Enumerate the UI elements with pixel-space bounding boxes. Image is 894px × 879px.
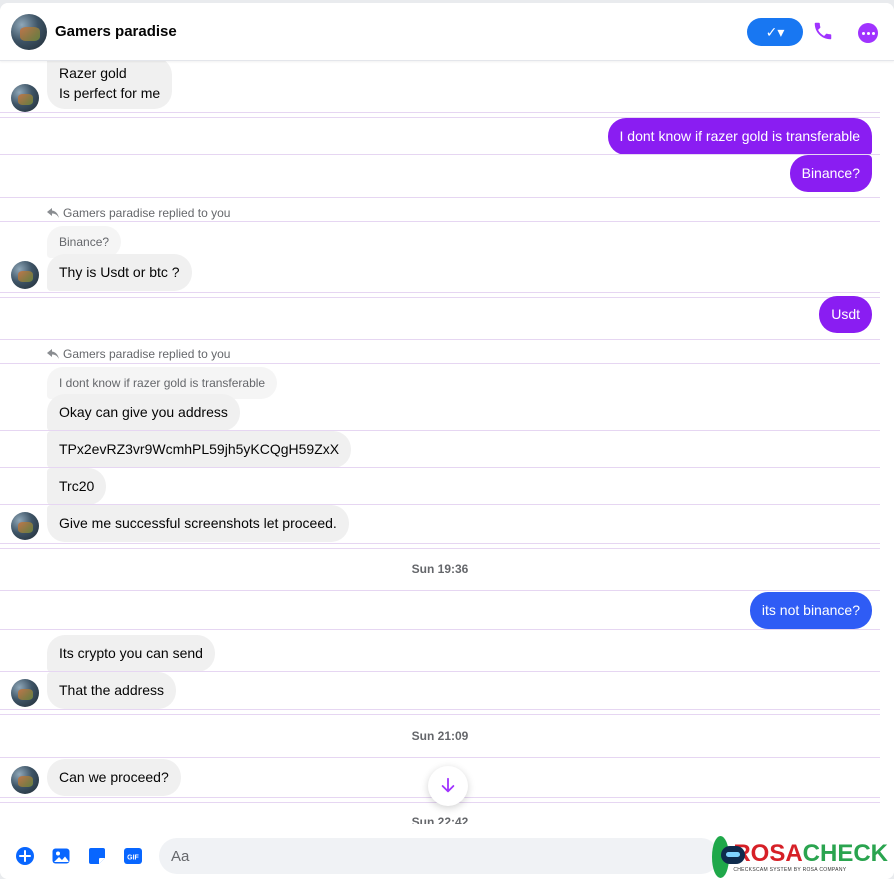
- incoming-message[interactable]: That the address: [47, 672, 177, 709]
- timestamp-separator: Sun 21:09: [411, 729, 469, 743]
- message-divider: [0, 363, 880, 364]
- message-scrollbar[interactable]: ▲ ▼: [880, 61, 894, 824]
- conversation-avatar[interactable]: [11, 14, 47, 50]
- reply-label-text: Gamers paradise replied to you: [63, 347, 231, 361]
- mark-read-button[interactable]: ✓▾: [747, 18, 803, 46]
- watermark-brand-part2: CHECK: [802, 839, 888, 867]
- message-divider: [0, 543, 880, 544]
- message-divider: [0, 297, 880, 298]
- incoming-message[interactable]: Thy is Usdt or btc ?: [47, 254, 192, 291]
- incoming-message[interactable]: Give me successful screenshots let proce…: [47, 505, 349, 542]
- message-divider: [0, 709, 880, 710]
- arrow-down-icon: [441, 777, 455, 793]
- message-divider: [0, 112, 880, 113]
- message-input[interactable]: [159, 838, 719, 874]
- message-divider: [0, 590, 880, 591]
- audio-call-icon[interactable]: [812, 20, 838, 46]
- outgoing-message[interactable]: Usdt: [819, 296, 872, 333]
- message-divider: [0, 197, 880, 198]
- outgoing-message[interactable]: Binance?: [789, 155, 872, 192]
- incoming-message[interactable]: Razer gold Is perfect for me: [47, 61, 173, 109]
- reply-indicator: Gamers paradise replied to you: [47, 206, 230, 220]
- chat-window: Gamers paradise ✓▾ Razer gold Is perfect…: [0, 3, 894, 879]
- watermark-tagline: CHECKSCAM SYSTEM BY ROSA COMPANY: [733, 866, 847, 873]
- message-divider: [0, 548, 880, 549]
- conversation-title[interactable]: Gamers paradise: [55, 23, 177, 40]
- rosacheck-logo-icon: [712, 836, 746, 878]
- plus-circle-icon[interactable]: [15, 846, 35, 866]
- incoming-message[interactable]: Okay can give you address: [47, 394, 240, 431]
- reply-arrow-icon: [47, 349, 59, 359]
- incoming-message[interactable]: Can we proceed?: [47, 759, 181, 796]
- sender-avatar[interactable]: [11, 84, 39, 112]
- message-divider: [0, 629, 880, 630]
- gif-icon[interactable]: GIF: [123, 846, 143, 866]
- incoming-message[interactable]: Its crypto you can send: [47, 635, 215, 672]
- sticker-icon[interactable]: [87, 846, 107, 866]
- reply-indicator: Gamers paradise replied to you: [47, 347, 230, 361]
- incoming-message[interactable]: Trc20: [47, 468, 107, 505]
- sender-avatar[interactable]: [11, 766, 39, 794]
- sender-avatar[interactable]: [11, 679, 39, 707]
- incoming-message[interactable]: TPx2evRZ3vr9WcmhPL59jh5yKCQgH59ZxX: [47, 431, 352, 468]
- outgoing-message[interactable]: its not binance?: [749, 592, 872, 629]
- message-divider: [0, 221, 880, 222]
- message-divider: [0, 292, 880, 293]
- message-divider: [0, 467, 880, 468]
- reply-arrow-icon: [47, 208, 59, 218]
- sender-avatar[interactable]: [11, 512, 39, 540]
- timestamp-separator: Sun 19:36: [411, 562, 469, 576]
- message-divider: [0, 714, 880, 715]
- gif-label: GIF: [127, 855, 139, 862]
- message-divider: [0, 757, 880, 758]
- scroll-to-latest-button[interactable]: [428, 766, 468, 806]
- photo-icon[interactable]: [51, 846, 71, 866]
- message-divider: [0, 154, 880, 155]
- message-line: Is perfect for me: [59, 85, 161, 101]
- message-line: Razer gold: [59, 65, 127, 81]
- reply-label-text: Gamers paradise replied to you: [63, 206, 231, 220]
- timestamp-separator: Sun 22:42: [411, 815, 469, 824]
- rosacheck-watermark: ROSACHECK CHECKSCAM SYSTEM BY ROSA COMPA…: [712, 834, 888, 879]
- sender-avatar[interactable]: [11, 261, 39, 289]
- message-divider: [0, 339, 880, 340]
- chat-header: Gamers paradise ✓▾: [0, 3, 894, 61]
- outgoing-message[interactable]: I dont know if razer gold is transferabl…: [607, 118, 872, 155]
- more-options-icon[interactable]: [858, 23, 878, 43]
- message-list[interactable]: Razer gold Is perfect for me I dont know…: [0, 61, 880, 824]
- message-input-container[interactable]: [159, 838, 719, 874]
